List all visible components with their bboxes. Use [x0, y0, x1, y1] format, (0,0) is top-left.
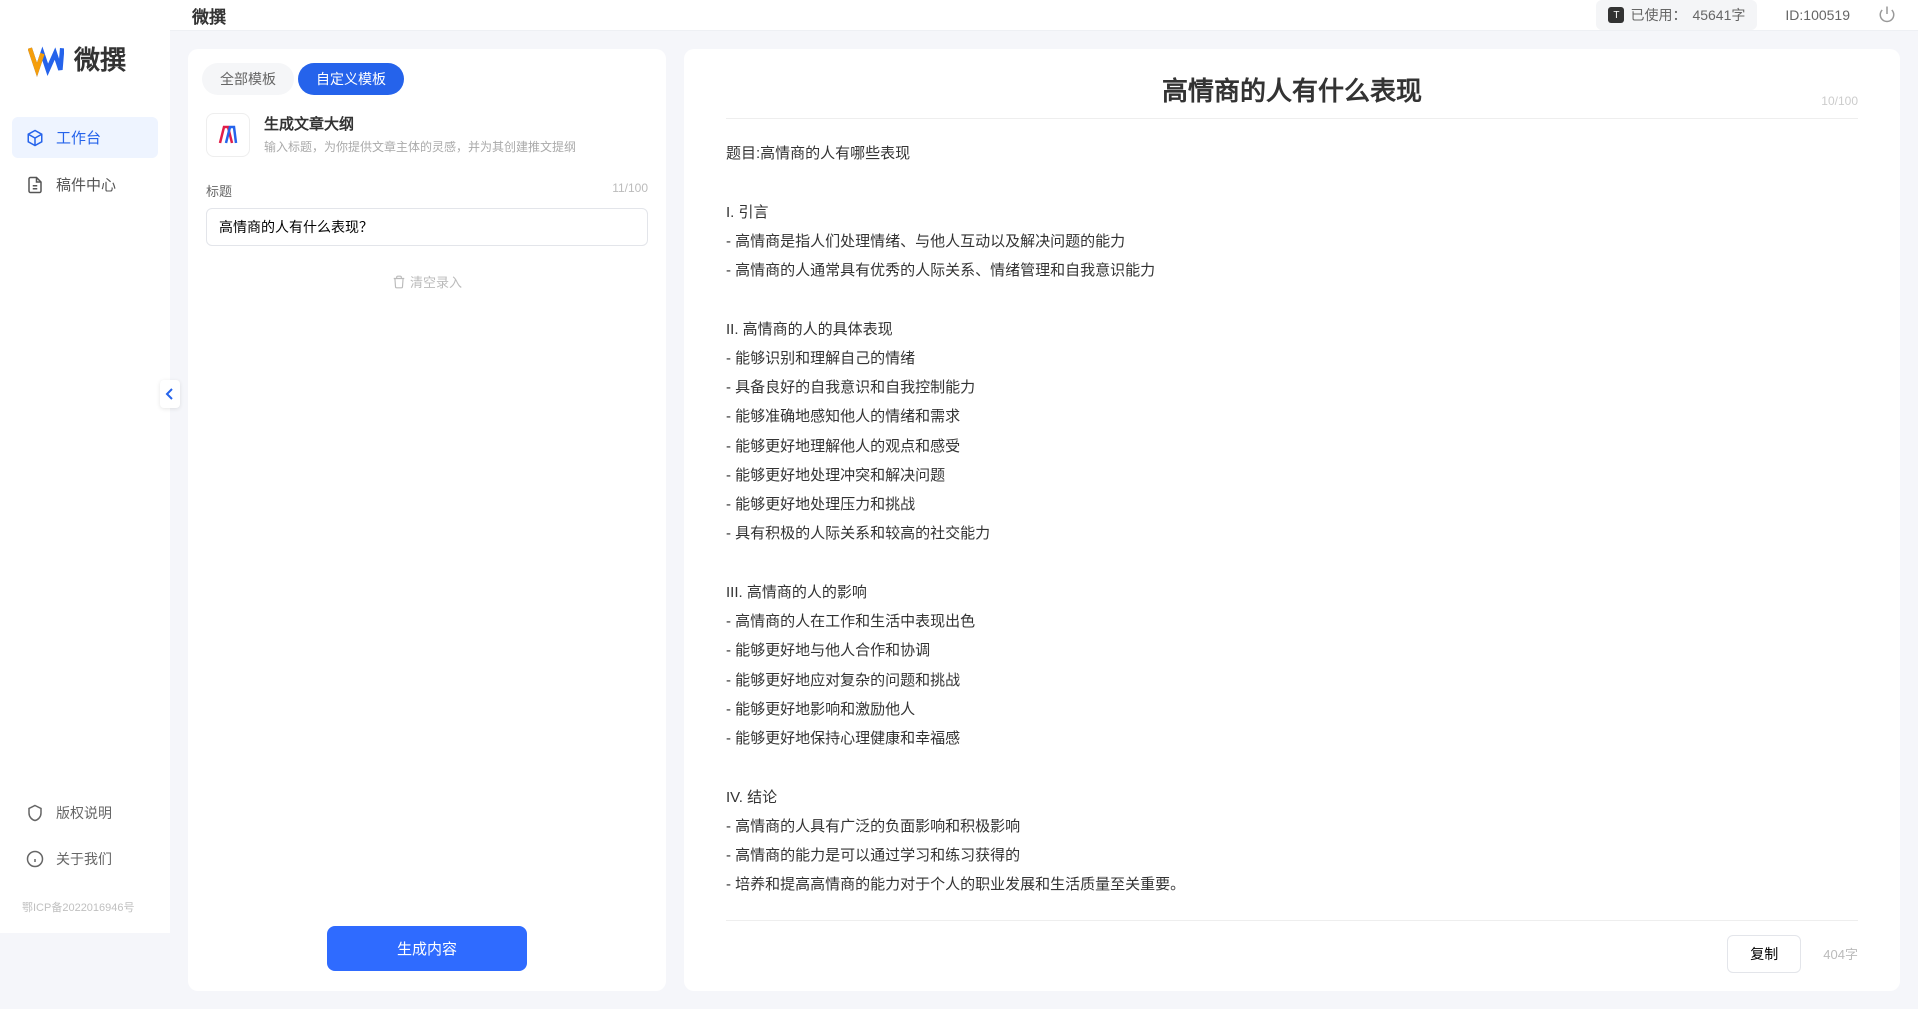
result-header: 高情商的人有什么表现 10/100 — [684, 49, 1900, 118]
cube-icon — [26, 129, 44, 147]
input-panel-footer: 生成内容 — [188, 912, 666, 991]
shield-icon — [26, 804, 44, 822]
output-panel: 高情商的人有什么表现 10/100 题目:高情商的人有哪些表现 I. 引言 - … — [684, 49, 1900, 991]
sidebar-footer: 版权说明 关于我们 — [0, 785, 170, 893]
main-area: 微撰 T 已使用： 45641字 ID:100519 全部模板 — [170, 0, 1918, 933]
template-description: 输入标题，为你提供文章主体的灵感，并为其创建推文提纲 — [264, 138, 576, 155]
tab-all-templates[interactable]: 全部模板 — [202, 63, 294, 95]
nav-drafts[interactable]: 稿件中心 — [12, 164, 158, 205]
generate-button[interactable]: 生成内容 — [327, 926, 527, 971]
clear-label: 清空录入 — [410, 272, 462, 291]
user-id: ID:100519 — [1785, 7, 1850, 23]
nav-label: 版权说明 — [56, 803, 112, 823]
input-panel: 全部模板 自定义模板 生成文章大纲 输入标题，为你提供文章主体的灵感，并为其创建… — [188, 49, 666, 991]
text-badge-icon: T — [1608, 7, 1624, 23]
topbar: 微撰 T 已使用： 45641字 ID:100519 — [170, 0, 1918, 31]
template-card: 生成文章大纲 输入标题，为你提供文章主体的灵感，并为其创建推文提纲 — [188, 95, 666, 167]
nav-label: 稿件中心 — [56, 174, 116, 195]
main-nav: 工作台 稿件中心 — [0, 107, 170, 785]
result-title: 高情商的人有什么表现 — [1162, 71, 1422, 108]
field-label: 标题 — [206, 181, 232, 200]
result-footer: 复制 404字 — [726, 920, 1858, 991]
page-title: 微撰 — [192, 3, 226, 28]
icp-text: 鄂ICP备2022016946号 — [0, 893, 170, 915]
usage-value: 45641字 — [1692, 5, 1745, 25]
topbar-right: T 已使用： 45641字 ID:100519 — [1596, 0, 1896, 30]
nav-copyright[interactable]: 版权说明 — [12, 793, 158, 833]
title-field-block: 标题 11/100 — [188, 167, 666, 260]
sidebar: 微撰 工作台 稿件中心 版权说明 关于我们 鄂ICP备2022016946号 — [0, 0, 170, 933]
eraser-icon — [392, 275, 406, 289]
word-count: 404字 — [1823, 944, 1858, 963]
info-icon — [26, 850, 44, 868]
title-input[interactable] — [206, 208, 648, 246]
collapse-sidebar-button[interactable] — [160, 380, 180, 408]
content: 全部模板 自定义模板 生成文章大纲 输入标题，为你提供文章主体的灵感，并为其创建… — [170, 31, 1918, 1009]
nav-workbench[interactable]: 工作台 — [12, 117, 158, 158]
usage-prefix: 已使用： — [1630, 5, 1686, 25]
power-icon[interactable] — [1878, 5, 1896, 26]
clear-input-button[interactable]: 清空录入 — [188, 260, 666, 303]
result-title-count: 10/100 — [1821, 94, 1858, 108]
nav-label: 关于我们 — [56, 849, 112, 869]
chevron-left-icon — [165, 388, 175, 400]
template-tabs: 全部模板 自定义模板 — [188, 49, 666, 95]
usage-indicator[interactable]: T 已使用： 45641字 — [1596, 0, 1757, 30]
doc-icon — [26, 176, 44, 194]
template-meta: 生成文章大纲 输入标题，为你提供文章主体的灵感，并为其创建推文提纲 — [264, 113, 576, 155]
template-title: 生成文章大纲 — [264, 113, 576, 134]
logo-icon — [28, 41, 64, 77]
app-logo: 微撰 — [0, 18, 170, 107]
nav-label: 工作台 — [56, 127, 101, 148]
result-body[interactable]: 题目:高情商的人有哪些表现 I. 引言 - 高情商是指人们处理情绪、与他人互动以… — [684, 119, 1900, 920]
tab-custom-templates[interactable]: 自定义模板 — [298, 63, 404, 95]
field-header: 标题 11/100 — [206, 181, 648, 200]
template-icon — [206, 113, 250, 157]
nav-about[interactable]: 关于我们 — [12, 839, 158, 879]
copy-button[interactable]: 复制 — [1727, 935, 1801, 973]
logo-text: 微撰 — [74, 40, 126, 77]
field-char-count: 11/100 — [612, 181, 648, 200]
